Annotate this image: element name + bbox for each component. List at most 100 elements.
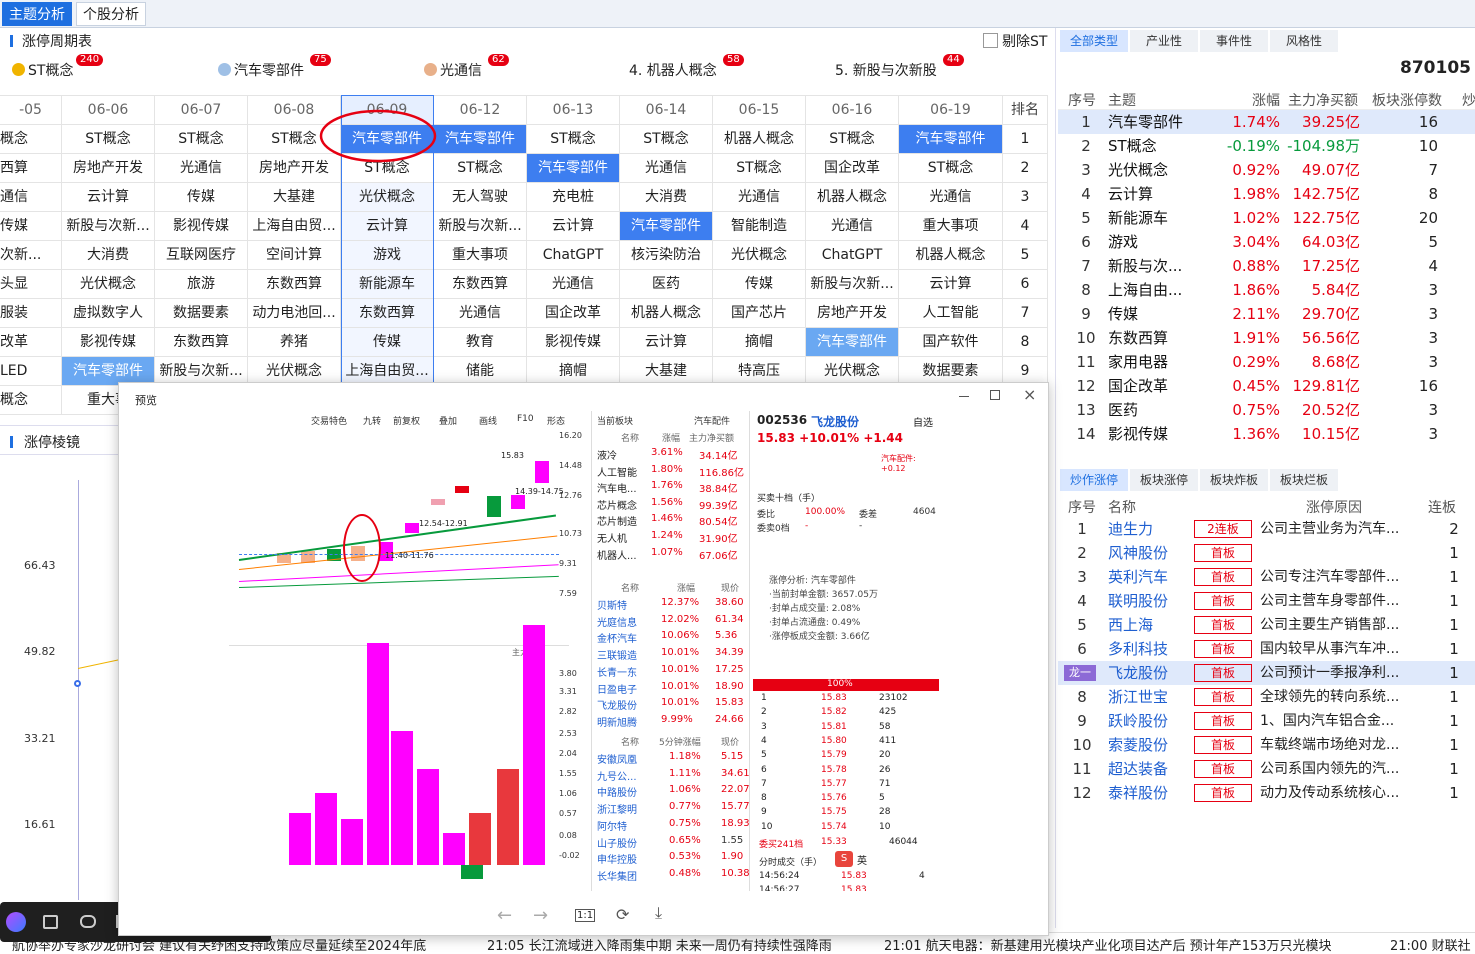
board-tag[interactable]: 首板 bbox=[1194, 736, 1252, 754]
net-buy[interactable]: 64.03亿 bbox=[1280, 230, 1360, 254]
period-cell[interactable]: 摘帽 bbox=[713, 328, 806, 357]
period-cell[interactable]: 光伏概念 bbox=[341, 183, 434, 212]
theme-col-header[interactable]: 板块涨停数 bbox=[1372, 90, 1442, 110]
period-cell[interactable]: 光通信 bbox=[155, 154, 248, 183]
period-cell[interactable]: ST概念 bbox=[620, 125, 713, 154]
change-pct[interactable]: 2.11% bbox=[1218, 302, 1280, 326]
period-cell[interactable]: 云计算 bbox=[620, 328, 713, 357]
type-tab[interactable]: 全部类型 bbox=[1060, 30, 1128, 52]
theme-row[interactable]: 13 医药 0.75% 20.52亿 3 bbox=[1058, 398, 1475, 422]
theme-row[interactable]: 5 新能源车 1.02% 122.75亿 20 bbox=[1058, 206, 1475, 230]
period-cell[interactable]: 新股与次新... bbox=[62, 212, 155, 241]
board-tag[interactable]: 首板 bbox=[1194, 568, 1252, 586]
ticker-item-3[interactable]: 21:01 航天电器：新基建用光模块产业化项目达产后 预计年产153万只光模块 bbox=[884, 935, 1332, 954]
streak-count[interactable]: 1 bbox=[1444, 757, 1464, 781]
theme-name[interactable]: 云计算 bbox=[1108, 182, 1218, 206]
net-buy[interactable]: 17.25亿 bbox=[1280, 254, 1360, 278]
period-cell[interactable]: 汽车零部件 bbox=[620, 212, 713, 241]
period-cell[interactable]: 机器人概念 bbox=[620, 299, 713, 328]
period-cell[interactable]: 智能制造 bbox=[713, 212, 806, 241]
stock-col-header[interactable]: 连板 bbox=[1428, 497, 1456, 517]
rank-cell[interactable]: 6 bbox=[1003, 270, 1048, 299]
stock-row[interactable]: 龙一 飞龙股份 首板 公司预计一季报净利... 1 bbox=[1058, 661, 1475, 685]
stock-row[interactable]: 2 风神股份 首板 1 bbox=[1058, 541, 1475, 565]
limit-up-reason[interactable]: 动力及传动系统核心... bbox=[1260, 781, 1440, 805]
period-cell[interactable]: ST概念 bbox=[527, 125, 620, 154]
period-cell[interactable]: 东数西算 bbox=[434, 270, 527, 299]
period-cell[interactable]: 汽车零部件 bbox=[899, 125, 1003, 154]
change-pct[interactable]: 0.92% bbox=[1218, 158, 1280, 182]
period-cell[interactable]: 光通信 bbox=[527, 270, 620, 299]
period-cell[interactable]: 无人驾驶 bbox=[434, 183, 527, 212]
limit-up-count[interactable]: 8 bbox=[1398, 182, 1438, 206]
period-cell[interactable]: 汽车零部件 bbox=[806, 328, 899, 357]
row-index[interactable]: 1 bbox=[1076, 110, 1096, 134]
board-tag[interactable]: 首板 bbox=[1194, 688, 1252, 706]
theme-col-header[interactable]: 序号 bbox=[1068, 90, 1096, 110]
period-cell[interactable]: 传媒 bbox=[0, 212, 62, 241]
net-buy[interactable]: 10.15亿 bbox=[1280, 422, 1360, 446]
period-cell[interactable]: 国企改革 bbox=[527, 299, 620, 328]
change-pct[interactable]: 1.02% bbox=[1218, 206, 1280, 230]
period-cell[interactable]: 重大事项 bbox=[434, 241, 527, 270]
y-axis[interactable] bbox=[78, 480, 79, 900]
row-index[interactable]: 6 bbox=[1076, 230, 1096, 254]
limit-up-count[interactable]: 3 bbox=[1398, 350, 1438, 374]
period-cell[interactable]: 养猪 bbox=[248, 328, 341, 357]
theme-row[interactable]: 9 传媒 2.11% 29.70亿 3 bbox=[1058, 302, 1475, 326]
stock-col-header[interactable]: 名称 bbox=[1108, 497, 1136, 517]
stock-col-header[interactable]: 序号 bbox=[1068, 497, 1096, 517]
period-cell[interactable]: 教育 bbox=[434, 328, 527, 357]
stock-row[interactable]: 10 索菱股份 首板 车载终端市场绝对龙... 1 bbox=[1058, 733, 1475, 757]
theme-col-header[interactable]: 涨幅 bbox=[1252, 90, 1280, 110]
row-index[interactable]: 10 bbox=[1068, 733, 1096, 757]
stock-name[interactable]: 英利汽车 bbox=[1108, 565, 1190, 589]
period-cell[interactable]: 人工智能 bbox=[899, 299, 1003, 328]
theme-name[interactable]: 新股与次... bbox=[1108, 254, 1218, 278]
net-buy[interactable]: 129.81亿 bbox=[1280, 374, 1361, 398]
change-pct[interactable]: 1.74% bbox=[1218, 110, 1280, 134]
theme-row[interactable]: 3 光伏概念 0.92% 49.07亿 7 bbox=[1058, 158, 1475, 182]
row-index[interactable]: 7 bbox=[1076, 254, 1096, 278]
period-cell[interactable]: 医药 bbox=[620, 270, 713, 299]
streak-count[interactable]: 1 bbox=[1444, 685, 1464, 709]
net-buy[interactable]: 39.25亿 bbox=[1280, 110, 1360, 134]
streak-count[interactable]: 1 bbox=[1444, 565, 1464, 589]
period-cell[interactable]: 互联网医疗 bbox=[155, 241, 248, 270]
limit-up-reason[interactable]: 公司主营业务为汽车... bbox=[1260, 517, 1440, 541]
rank-cell[interactable]: 1 bbox=[1003, 125, 1048, 154]
theme-name[interactable]: 新能源车 bbox=[1108, 206, 1218, 230]
theme-col-header[interactable]: 主题 bbox=[1108, 90, 1136, 110]
theme-name[interactable]: 国企改革 bbox=[1108, 374, 1218, 398]
date-header[interactable]: -05 bbox=[0, 96, 62, 125]
row-index[interactable]: 龙一 bbox=[1064, 665, 1096, 681]
stock-name[interactable]: 超达装备 bbox=[1108, 757, 1190, 781]
board-tag[interactable]: 首板 bbox=[1194, 712, 1252, 730]
rank-cell[interactable]: 4 bbox=[1003, 212, 1048, 241]
limit-up-reason[interactable]: 全球领先的转向系统... bbox=[1260, 685, 1440, 709]
limit-up-reason[interactable]: 公司专注汽车零部件... bbox=[1260, 565, 1440, 589]
period-cell[interactable]: 大消费 bbox=[62, 241, 155, 270]
limit-up-count[interactable]: 3 bbox=[1398, 398, 1438, 422]
period-cell[interactable]: ST概念 bbox=[62, 125, 155, 154]
period-cell[interactable]: 东数西算 bbox=[341, 299, 434, 328]
period-cell[interactable]: ChatGPT bbox=[527, 241, 620, 270]
net-buy[interactable]: 5.84亿 bbox=[1280, 278, 1360, 302]
chart-toolbar-item[interactable]: 交易特色 bbox=[311, 414, 347, 427]
row-index[interactable]: 8 bbox=[1076, 278, 1096, 302]
stock-row[interactable]: 5 西上海 首板 公司主要生产销售部... 1 bbox=[1058, 613, 1475, 637]
period-cell[interactable]: 国产芯片 bbox=[713, 299, 806, 328]
y-tick-label[interactable]: 33.21 bbox=[24, 732, 56, 745]
row-index[interactable]: 5 bbox=[1076, 206, 1096, 230]
net-buy[interactable]: 29.70亿 bbox=[1280, 302, 1360, 326]
period-cell[interactable]: 云计算 bbox=[341, 212, 434, 241]
theme-name[interactable]: 传媒 bbox=[1108, 302, 1218, 326]
rank-header[interactable]: 排名 bbox=[1003, 96, 1048, 125]
exclude-st-checkbox[interactable] bbox=[983, 33, 998, 48]
period-cell[interactable]: ST概念 bbox=[806, 125, 899, 154]
limit-up-reason[interactable]: 公司主营车身零部件... bbox=[1260, 589, 1440, 613]
limit-up-count[interactable]: 3 bbox=[1398, 422, 1438, 446]
period-cell[interactable]: 房地产开发 bbox=[806, 299, 899, 328]
limit-up-reason[interactable]: 车载终端市场绝对龙... bbox=[1260, 733, 1440, 757]
period-cell[interactable]: 数据要素 bbox=[155, 299, 248, 328]
